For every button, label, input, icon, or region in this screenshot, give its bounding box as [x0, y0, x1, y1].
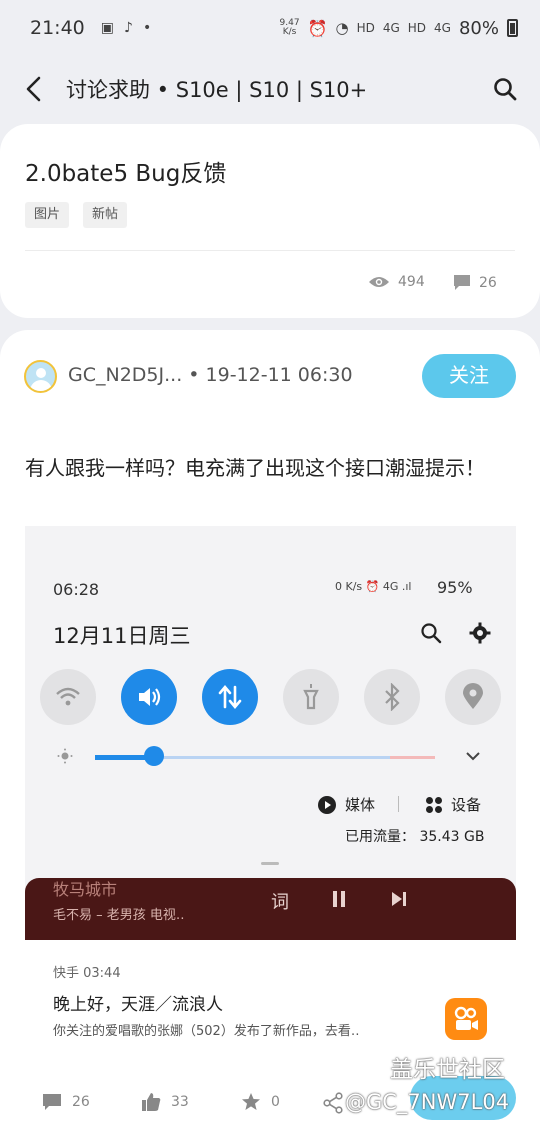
- favorite-count: 0: [271, 1094, 280, 1110]
- post-title: 2.0bate5 Bug反馈: [25, 161, 227, 187]
- avatar[interactable]: [24, 360, 57, 393]
- reply-comment-count: 26: [72, 1094, 90, 1110]
- thumbs-up-icon: [142, 1093, 161, 1111]
- author-and-date[interactable]: GC_N2D5J... • 19-12-11 06:30: [68, 364, 353, 386]
- location-icon: [463, 683, 483, 709]
- back-arrow-icon[interactable]: [20, 74, 50, 104]
- follow-button[interactable]: 关注: [422, 354, 516, 398]
- net-speed: 9.47 K/s: [279, 18, 300, 37]
- page-title: 讨论求助 • S10e | S10 | S10+: [66, 78, 368, 102]
- bluetooth-icon: [385, 683, 400, 711]
- view-count: 494: [368, 274, 425, 290]
- hd-label-1: HD: [356, 21, 375, 35]
- status-time: 21:40: [30, 17, 85, 39]
- shot-flashlight-toggle: [283, 669, 339, 725]
- notification-body: 你关注的爱唱歌的张娜（502）发布了新作品，去看‥: [53, 1024, 360, 1039]
- brightness-thumb: [144, 746, 164, 766]
- pause-icon: [333, 891, 345, 907]
- comment-count: 26: [453, 274, 497, 291]
- signal-4g-2: 4G: [434, 21, 451, 35]
- reply-content: 有人跟我一样吗？电充满了出现这个接口潮湿提示！: [25, 456, 485, 480]
- wifi-icon: [56, 687, 80, 706]
- volume-icon: [139, 688, 161, 706]
- drag-handle: [261, 862, 279, 865]
- watermark-site: 盖乐世社区: [390, 1057, 505, 1083]
- tag-image: 图片: [25, 202, 70, 228]
- comment-icon: [454, 275, 470, 290]
- shot-time: 06:28: [53, 580, 100, 599]
- shot-sound-toggle: [121, 669, 177, 725]
- data-usage: 已用流量： 35.43 GB: [345, 829, 485, 845]
- separator: [398, 796, 399, 812]
- tag-new: 新帖: [83, 202, 128, 228]
- shot-wifi-toggle: [40, 669, 96, 725]
- wifi-icon: ◔: [335, 19, 349, 37]
- header: 讨论求助 • S10e | S10 | S10+: [0, 58, 540, 120]
- notification-title: 晚上好，天涯／流浪人: [53, 995, 223, 1015]
- battery-percent: 80%: [458, 17, 499, 39]
- brightness-track-end: [390, 756, 435, 759]
- status-bar: 21:40 ▣ ♪ • 9.47 K/s ⏰ ◔ HD 4G HD 4G 80%: [0, 0, 540, 56]
- notification-app: 快手 03:44: [53, 966, 121, 981]
- kuaishou-app-icon: [445, 998, 487, 1040]
- dot-icon: •: [142, 20, 152, 36]
- screen-record-icon: ▣: [100, 20, 114, 36]
- share-icon[interactable]: [322, 1092, 344, 1114]
- shot-date: 12月11日周三: [53, 624, 191, 648]
- music-player: 牧马城市 毛不易 – 老男孩 电视‥ 词: [25, 878, 516, 940]
- favorite-button[interactable]: 0: [241, 1092, 280, 1112]
- shot-gear-icon: [469, 622, 491, 644]
- next-track-icon: [392, 892, 406, 906]
- media-label: 媒体: [345, 796, 376, 814]
- attached-screenshot[interactable]: 06:28 0 K/s ⏰ 4G .ıl 95% 12月11日周三 媒体 设备 …: [25, 526, 516, 1066]
- music-title: 牧马城市: [53, 880, 118, 899]
- shot-status-icons: 0 K/s ⏰ 4G .ıl: [335, 580, 412, 593]
- brightness-icon: [57, 748, 73, 764]
- music-artist: 毛不易 – 老男孩 电视‥: [53, 908, 185, 923]
- device-label: 设备: [451, 796, 482, 814]
- alarm-icon: ⏰: [307, 18, 328, 38]
- shot-bluetooth-toggle: [364, 669, 420, 725]
- chevron-down-icon: [466, 752, 480, 761]
- shot-location-toggle: [445, 669, 501, 725]
- shot-search-icon: [421, 623, 442, 644]
- star-icon: [242, 1093, 260, 1110]
- signal-4g-1: 4G: [382, 21, 400, 35]
- shot-battery: 95%: [437, 578, 473, 597]
- watermark-user: @GC_7NW7L04: [345, 1090, 510, 1114]
- comment-icon: [43, 1094, 61, 1110]
- device-control: 设备: [425, 794, 481, 815]
- lyric-button: 词: [271, 892, 289, 913]
- play-circle-icon: [318, 795, 336, 814]
- kuaishou-notification: 快手 03:44 晚上好，天涯／流浪人 你关注的爱唱歌的张娜（502）发布了新作…: [25, 940, 516, 1066]
- search-icon[interactable]: [492, 76, 518, 102]
- battery-icon: [507, 19, 518, 37]
- media-output: 媒体: [317, 794, 375, 815]
- shot-data-toggle: [202, 669, 258, 725]
- app-notification-icon: ♪: [124, 20, 133, 36]
- divider: [25, 250, 515, 251]
- like-count: 33: [171, 1094, 189, 1110]
- flashlight-icon: [303, 684, 319, 710]
- post-card: 2.0bate5 Bug反馈 图片 新帖 494 26: [0, 124, 540, 318]
- mobile-data-icon: [218, 684, 242, 710]
- hd-label-2: HD: [407, 21, 427, 35]
- reply-card: GC_N2D5J... • 19-12-11 06:30 关注 有人跟我一样吗？…: [0, 330, 540, 1140]
- grid-icon: [426, 796, 442, 813]
- comment-count-value: 26: [479, 274, 497, 291]
- eye-icon: [369, 277, 389, 287]
- like-button[interactable]: 33: [141, 1092, 189, 1112]
- view-count-value: 494: [398, 274, 425, 290]
- reply-comment-button[interactable]: 26: [42, 1092, 90, 1112]
